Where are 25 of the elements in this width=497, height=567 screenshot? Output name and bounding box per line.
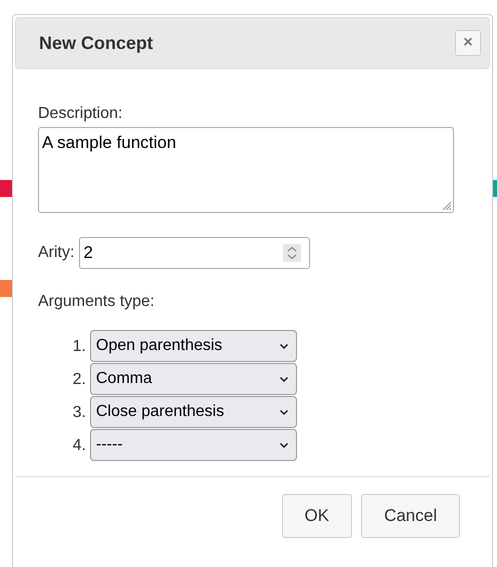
list-number: 1. — [72, 338, 86, 356]
close-button[interactable]: × — [455, 30, 481, 56]
list-number: 2. — [72, 370, 86, 388]
argument-dropdown[interactable]: ----- — [90, 429, 297, 461]
arity-field[interactable]: 2 — [79, 237, 310, 269]
chevron-down-icon — [279, 442, 289, 448]
highlight-mark — [0, 180, 12, 197]
argument-dropdown[interactable]: Comma — [90, 363, 297, 395]
list-number: 3. — [72, 404, 86, 422]
description-label: Description: — [38, 105, 124, 123]
dialog-button[interactable]: OK — [282, 494, 352, 538]
highlight-mark — [0, 280, 12, 297]
arity-label: Arity: — [38, 244, 74, 262]
spinner-icon — [283, 244, 302, 262]
description-field[interactable]: A sample function — [38, 127, 454, 213]
dialog-title: New Concept — [39, 32, 154, 54]
list-number: 4. — [72, 436, 86, 454]
dialog-button[interactable]: Cancel — [361, 494, 460, 538]
resize-grip-icon — [442, 201, 451, 210]
arguments-label: Arguments type: — [38, 293, 156, 311]
chevron-down-icon — [279, 342, 289, 350]
chevron-down-icon — [279, 408, 289, 416]
chevron-down-icon — [279, 376, 289, 382]
argument-dropdown[interactable]: Close parenthesis — [90, 396, 297, 428]
argument-dropdown[interactable]: Open parenthesis — [90, 330, 297, 362]
